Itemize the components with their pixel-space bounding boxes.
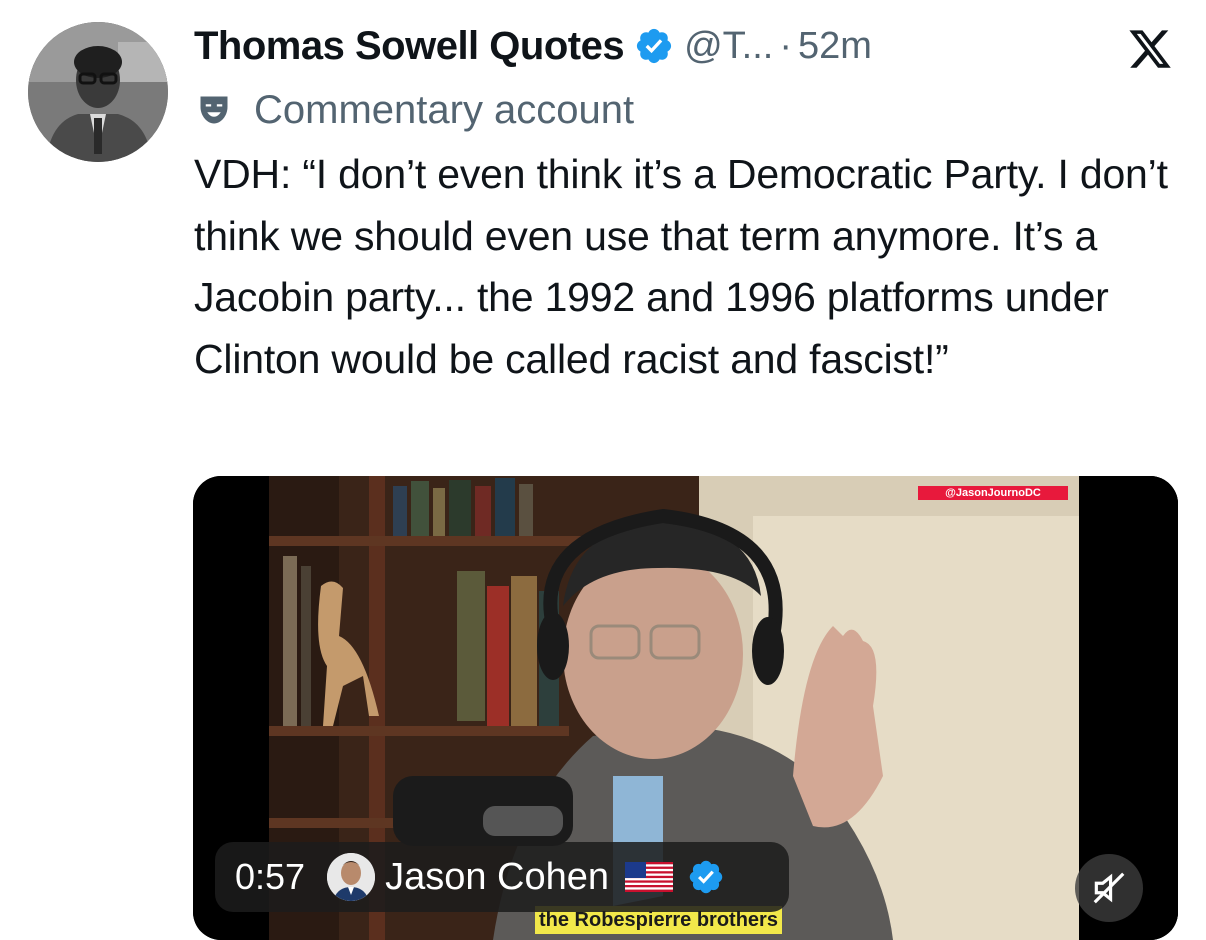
commentary-label: Commentary account bbox=[196, 84, 634, 136]
muted-speaker-icon bbox=[1093, 872, 1125, 904]
tweet-header: Thomas Sowell Quotes @T... · 52m bbox=[194, 18, 1094, 74]
video-author-avatar[interactable] bbox=[327, 853, 376, 901]
video-watermark: @JasonJournoDC bbox=[918, 486, 1068, 500]
x-logo-icon[interactable] bbox=[1124, 26, 1176, 72]
mute-button[interactable] bbox=[1075, 854, 1143, 922]
author-avatar[interactable] bbox=[28, 22, 168, 162]
separator-dot: · bbox=[779, 24, 792, 67]
theater-mask-icon bbox=[200, 96, 228, 124]
author-handle[interactable]: @T... bbox=[684, 25, 773, 68]
video-player[interactable]: @JasonJournoDC the Robespierre brothers … bbox=[193, 476, 1178, 940]
commentary-text: Commentary account bbox=[254, 87, 635, 132]
us-flag-icon bbox=[625, 862, 674, 892]
video-author-verified-icon bbox=[689, 860, 723, 894]
video-duration: 0:57 bbox=[235, 856, 306, 897]
tweet-text: VDH: “I don’t even think it’s a Democrat… bbox=[194, 151, 1168, 382]
author-name[interactable]: Thomas Sowell Quotes bbox=[194, 24, 625, 69]
timestamp[interactable]: 52m bbox=[798, 25, 872, 68]
video-info-pill: 0:57 Jason Cohen bbox=[215, 842, 789, 912]
verified-badge-icon bbox=[636, 28, 672, 64]
video-author-name[interactable]: Jason Cohen bbox=[385, 856, 609, 899]
